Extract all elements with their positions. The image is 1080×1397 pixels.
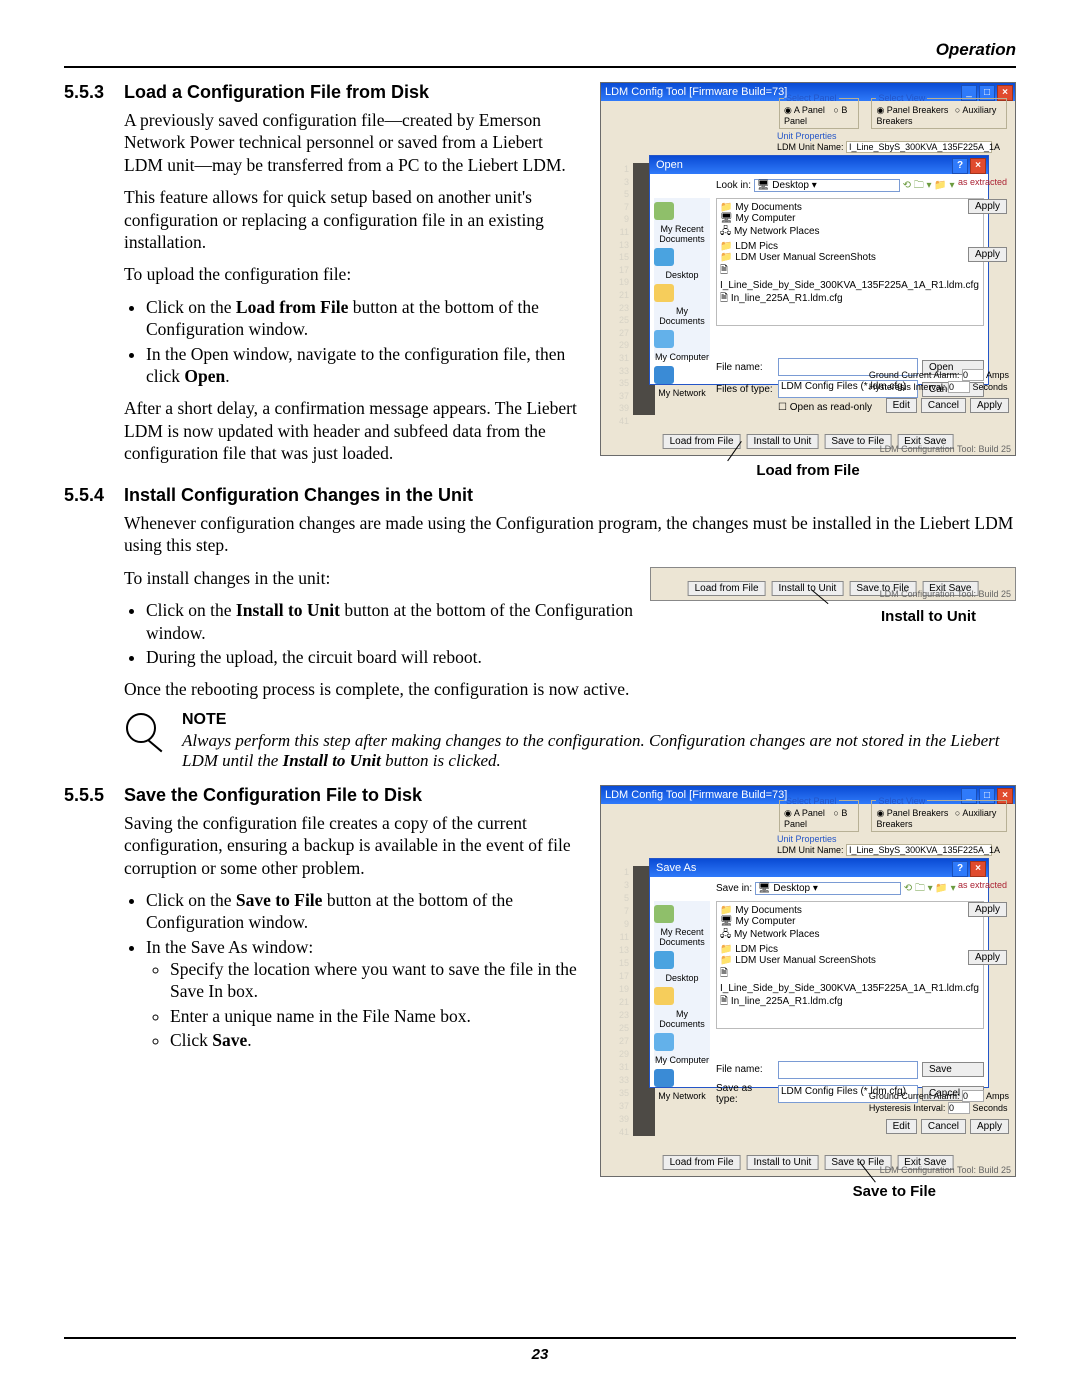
sec554-li1: Click on the Install to Unit button at t… <box>146 599 634 644</box>
install-to-unit-button[interactable]: Install to Unit <box>772 581 844 596</box>
note-block: NOTE Always perform this step after maki… <box>124 711 1016 771</box>
edit-button[interactable]: Edit <box>886 398 917 413</box>
status-bar: LDM Configuration Tool: Build 25 <box>880 444 1011 454</box>
magnifier-icon <box>124 711 168 755</box>
sec555-li1: Click on the Save to File button at the … <box>146 889 584 934</box>
note-title: NOTE <box>182 711 1016 729</box>
sec555-li2b: Enter a unique name in the File Name box… <box>170 1005 584 1027</box>
fig-saveas: LDM Config Tool [Firmware Build=73] _□ ×… <box>600 785 1016 1177</box>
page-number: 23 <box>0 1346 1080 1363</box>
sec555-li2c: Click Save. <box>170 1029 584 1051</box>
dialog-close-icon[interactable]: × <box>970 861 986 877</box>
fig-open: LDM Config Tool [Firmware Build=73] _□ ×… <box>600 82 1016 456</box>
sec-553-num: 5.5.3 <box>64 82 124 103</box>
sec-554-num: 5.5.4 <box>64 485 124 506</box>
sec554-li2: During the upload, the circuit board wil… <box>146 646 634 668</box>
sec553-p2: This feature allows for quick setup base… <box>124 186 584 253</box>
dialog-close-icon[interactable]: × <box>970 158 986 174</box>
sec554-p1: Whenever configuration changes are made … <box>124 512 1016 557</box>
sec555-p1: Saving the configuration file creates a … <box>124 812 584 879</box>
page-header: Operation <box>64 40 1016 60</box>
load-from-file-button[interactable]: Load from File <box>663 434 741 449</box>
help-icon[interactable]: ? <box>952 861 968 877</box>
apply-button[interactable]: Apply <box>970 398 1009 413</box>
load-from-file-button[interactable]: Load from File <box>663 1155 741 1170</box>
sec553-li2: In the Open window, navigate to the conf… <box>146 343 584 388</box>
install-to-unit-button[interactable]: Install to Unit <box>747 434 819 449</box>
top-rule <box>64 66 1016 68</box>
open-dialog: Open ? × Look in: 🖥 Desktop ▾ ⟲ 🗀 ▾ 📁 ▾ … <box>649 155 989 385</box>
save-file-name-input[interactable] <box>778 1061 918 1079</box>
sec-553-title: Load a Configuration File from Disk <box>124 82 429 103</box>
sec-555-title: Save the Configuration File to Disk <box>124 785 422 806</box>
bottom-rule <box>64 1337 1016 1339</box>
sec553-p1: A previously saved configuration file—cr… <box>124 109 584 176</box>
callout-load-from-file: Load from File <box>600 462 1016 479</box>
sec555-li2a: Specify the location where you want to s… <box>170 958 584 1003</box>
save-button[interactable]: Save <box>922 1062 984 1077</box>
saveas-dialog: Save As ? × Save in: 🖥 Desktop ▾ ⟲ 🗀 ▾ 📁… <box>649 858 989 1088</box>
apply-button-2[interactable]: Apply <box>968 247 1007 262</box>
callout-install-to-unit: Install to Unit <box>650 607 1016 626</box>
sec553-p3: To upload the configuration file: <box>124 263 584 285</box>
sec-554-title: Install Configuration Changes in the Uni… <box>124 485 473 506</box>
sec555-li2: In the Save As window: Specify the locat… <box>146 936 584 1052</box>
apply-button[interactable]: Apply <box>968 199 1007 214</box>
fig-install: Load from File Install to Unit Save to F… <box>650 567 1016 601</box>
sec553-p4: After a short delay, a confirmation mess… <box>124 397 584 464</box>
callout-save-to-file: Save to File <box>600 1183 1016 1200</box>
sec554-p2: To install changes in the unit: <box>124 567 634 589</box>
cancel-button[interactable]: Cancel <box>921 398 966 413</box>
sec-555-num: 5.5.5 <box>64 785 124 806</box>
sec553-li1: Click on the Load from File button at th… <box>146 296 584 341</box>
sec554-p3: Once the rebooting process is complete, … <box>124 678 1016 700</box>
help-icon[interactable]: ? <box>952 158 968 174</box>
note-text: Always perform this step after making ch… <box>182 731 1016 771</box>
install-to-unit-button[interactable]: Install to Unit <box>747 1155 819 1170</box>
load-from-file-button[interactable]: Load from File <box>688 581 766 596</box>
